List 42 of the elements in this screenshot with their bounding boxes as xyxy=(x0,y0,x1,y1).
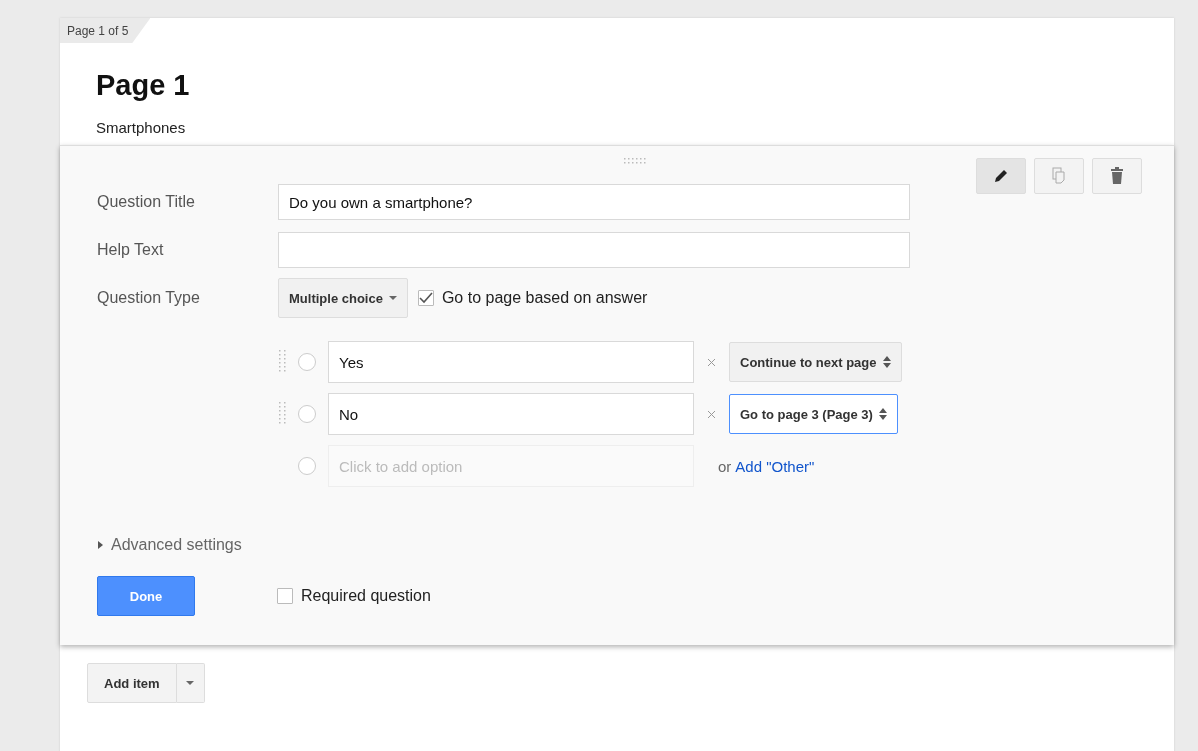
advanced-settings-toggle[interactable]: Advanced settings xyxy=(97,536,242,554)
pencil-icon xyxy=(993,168,1009,184)
field-label: Question Type xyxy=(97,289,201,307)
checkbox-label: Required question xyxy=(301,587,431,605)
caret-icon xyxy=(388,296,397,300)
add-item-button[interactable]: Add item xyxy=(87,663,177,703)
caret-icon xyxy=(186,681,195,685)
remove-icon[interactable] xyxy=(708,358,715,366)
destination-dropdown[interactable]: Continue to next page xyxy=(729,342,902,382)
trash-icon xyxy=(1110,167,1124,185)
option-field[interactable]: Yes xyxy=(328,341,694,383)
up-down-arrows-icon xyxy=(882,356,891,368)
remove-icon[interactable] xyxy=(708,410,715,418)
radio-button[interactable] xyxy=(298,353,316,371)
drag-handle-icon[interactable] xyxy=(278,350,286,374)
text-field[interactable] xyxy=(278,232,910,268)
page-title: Page 1 xyxy=(96,68,191,102)
page-description: Smartphones xyxy=(96,119,187,137)
drag-handle-icon[interactable] xyxy=(623,158,648,164)
or-text: or xyxy=(718,457,732,475)
checkbox[interactable] xyxy=(417,290,434,306)
add-item-menu-button[interactable] xyxy=(176,663,205,703)
field-label: Question Title xyxy=(97,193,196,211)
checkbox-label: Go to page based on answer xyxy=(441,289,648,307)
triangle-icon xyxy=(97,541,103,549)
drag-handle-icon[interactable] xyxy=(278,402,286,426)
text-field[interactable]: Do you own a smartphone? xyxy=(278,184,910,220)
edit-button[interactable] xyxy=(976,158,1026,194)
checkbox[interactable] xyxy=(277,588,293,604)
radio-button[interactable] xyxy=(298,457,316,475)
up-down-arrows-icon xyxy=(878,408,887,420)
option-field[interactable]: No xyxy=(328,393,694,435)
destination-dropdown[interactable]: Go to page 3 (Page 3) xyxy=(729,394,898,434)
delete-button[interactable] xyxy=(1092,158,1142,194)
question-type-dropdown[interactable]: Multiple choice xyxy=(278,278,408,318)
field-label: Help Text xyxy=(97,241,165,259)
option-field[interactable]: Click to add option xyxy=(328,445,694,487)
checkmark-icon xyxy=(418,292,433,304)
duplicate-button[interactable] xyxy=(1034,158,1084,194)
duplicate-icon xyxy=(1052,167,1066,185)
radio-button[interactable] xyxy=(298,405,316,423)
add-other-link[interactable]: Add "Other" xyxy=(735,457,815,475)
